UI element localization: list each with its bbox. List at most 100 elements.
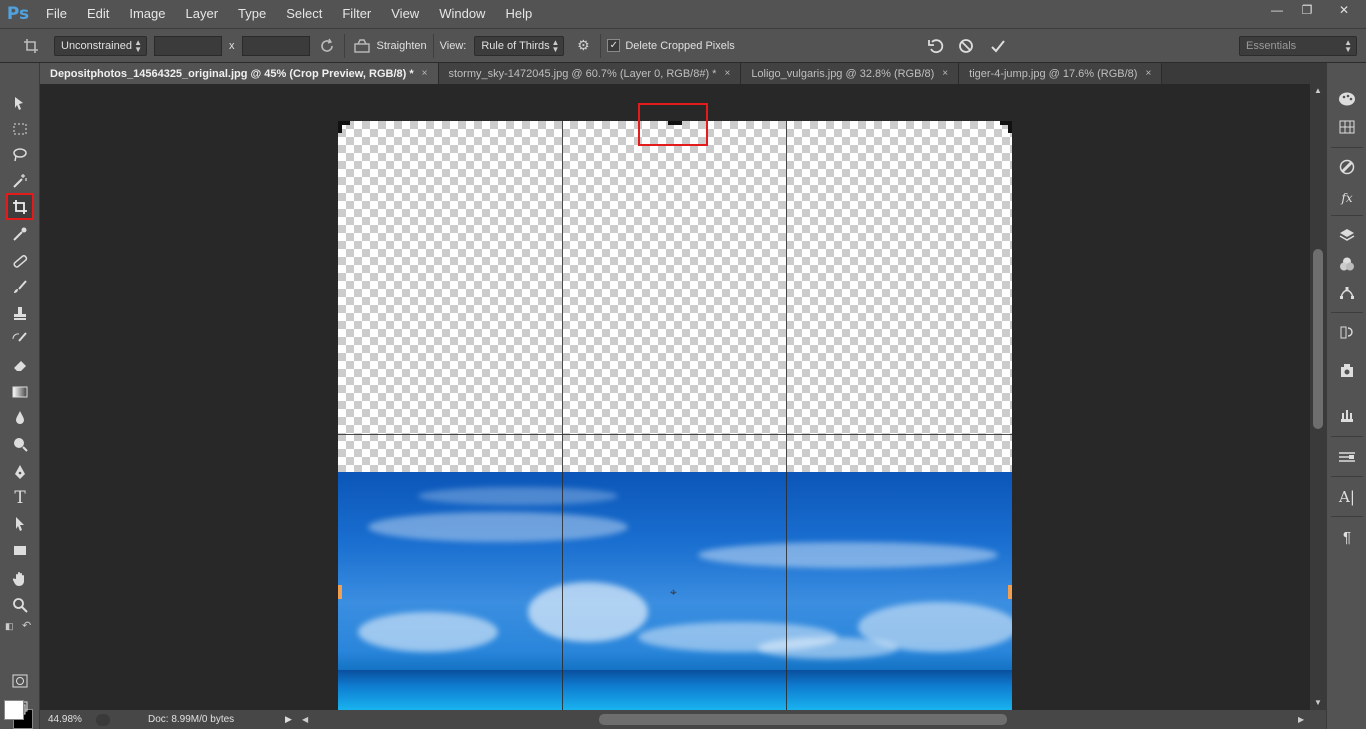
menu-select[interactable]: Select [276, 0, 332, 28]
properties-icon[interactable] [1335, 360, 1359, 382]
view-label: View: [439, 39, 467, 52]
menu-type[interactable]: Type [228, 0, 276, 28]
tab-document-2[interactable]: stormy_sky-1472045.jpg @ 60.7% (Layer 0,… [438, 63, 742, 84]
type-tool-icon[interactable]: T [6, 486, 34, 510]
brush-settings-icon[interactable] [1335, 446, 1359, 468]
workspace-dropdown[interactable]: Essentials ▲ ▼ [1239, 36, 1357, 56]
reset-icon[interactable] [925, 35, 947, 57]
hand-tool-icon[interactable] [6, 567, 34, 591]
dodge-tool-icon[interactable] [6, 432, 34, 456]
restore-button[interactable]: ❐ [1292, 0, 1322, 20]
document-canvas[interactable]: ⌖ [338, 121, 1012, 710]
magic-wand-tool-icon[interactable] [6, 169, 34, 193]
zoom-level[interactable]: 44.98% [48, 714, 92, 725]
scroll-up-icon[interactable]: ▲ [1314, 86, 1322, 95]
divider [343, 33, 345, 58]
scroll-down-icon[interactable]: ▼ [1314, 698, 1322, 707]
vertical-scroll-thumb[interactable] [1313, 249, 1323, 429]
crop-handle-left[interactable] [338, 585, 342, 599]
delete-cropped-label: Delete Cropped Pixels [625, 39, 735, 52]
menu-layer[interactable]: Layer [176, 0, 229, 28]
channels-icon[interactable] [1335, 253, 1359, 275]
gradient-tool-icon[interactable] [6, 380, 34, 404]
tab-document-3[interactable]: Loligo_vulgaris.jpg @ 32.8% (RGB/8) × [741, 63, 960, 84]
canvas-area[interactable]: ⌖ [40, 84, 1310, 710]
menu-edit[interactable]: Edit [77, 0, 119, 28]
straighten-label[interactable]: Straighten [377, 40, 427, 52]
scroll-right-icon[interactable]: ▶ [1298, 715, 1304, 724]
adjustments-icon[interactable] [1335, 156, 1359, 178]
paths-icon[interactable] [1335, 282, 1359, 304]
options-bar: Unconstrained ▲ ▼ x Straighten View: Rule… [0, 28, 1366, 63]
close-window-button[interactable]: ✕ [1322, 0, 1366, 20]
rectangle-tool-icon[interactable] [6, 538, 34, 562]
share-icon[interactable] [96, 713, 110, 726]
doc-size: Doc: 8.99M/0 bytes [148, 714, 235, 725]
pen-tool-icon[interactable] [6, 460, 34, 484]
quick-mask-icon[interactable] [6, 669, 34, 693]
clear-rotate-icon[interactable] [316, 35, 338, 57]
menu-image[interactable]: Image [119, 0, 175, 28]
vertical-scrollbar[interactable]: ▲ ▼ [1310, 84, 1326, 710]
menu-view[interactable]: View [381, 0, 429, 28]
tab-document-4[interactable]: tiger-4-jump.jpg @ 17.6% (RGB/8) × [959, 63, 1163, 84]
width-field[interactable] [154, 35, 222, 56]
brush-tool-icon[interactable] [6, 275, 34, 299]
default-colors-icon[interactable]: ◧ [5, 621, 14, 632]
close-tab-icon[interactable]: × [422, 68, 428, 79]
path-selection-tool-icon[interactable] [6, 512, 34, 536]
delete-cropped-checkbox[interactable]: ✓ [607, 39, 621, 52]
tab-document-1[interactable]: Depositphotos_14564325_original.jpg @ 45… [40, 63, 439, 84]
panel-dock: fx A| ¶ [1326, 63, 1366, 729]
zoom-tool-icon[interactable] [6, 593, 34, 617]
character-icon[interactable]: A| [1335, 486, 1359, 508]
move-tool-icon[interactable] [6, 91, 34, 115]
marquee-tool-icon[interactable] [6, 117, 34, 141]
divider [1331, 476, 1363, 477]
menu-file[interactable]: File [36, 0, 77, 28]
gear-icon[interactable]: ⚙ [572, 35, 594, 57]
styles-fx-icon[interactable]: fx [1335, 187, 1359, 209]
close-tab-icon[interactable]: × [1145, 68, 1151, 79]
crop-handle-top-left[interactable] [338, 121, 342, 133]
close-tab-icon[interactable]: × [724, 68, 730, 79]
close-tab-icon[interactable]: × [942, 68, 948, 79]
view-overlay-dropdown[interactable]: Rule of Thirds ▲ ▼ [474, 35, 565, 56]
height-field[interactable] [241, 35, 310, 56]
scroll-left-icon[interactable]: ◀ [302, 715, 308, 724]
clone-stamp-tool-icon[interactable] [6, 301, 34, 325]
cancel-crop-icon[interactable] [955, 35, 977, 57]
lasso-tool-icon[interactable] [6, 143, 34, 167]
minimize-button[interactable]: — [1262, 0, 1292, 20]
ratio-value: Unconstrained [61, 39, 132, 52]
history-brush-tool-icon[interactable] [6, 327, 34, 351]
tool-presets-icon[interactable] [1335, 404, 1359, 426]
layers-icon[interactable] [1335, 224, 1359, 246]
paragraph-icon[interactable]: ¶ [1335, 526, 1359, 548]
tab-label: stormy_sky-1472045.jpg @ 60.7% (Layer 0,… [448, 67, 717, 80]
menu-filter[interactable]: Filter [332, 0, 381, 28]
eyedropper-tool-icon[interactable] [6, 222, 34, 246]
status-menu-arrow-icon[interactable]: ▶ [285, 714, 292, 725]
swatches-grid-icon[interactable] [1335, 116, 1359, 138]
commit-crop-icon[interactable] [987, 35, 1009, 57]
view-overlay-value: Rule of Thirds [481, 39, 550, 52]
blur-tool-icon[interactable] [6, 406, 34, 430]
crop-tool-preset-icon[interactable] [20, 35, 42, 57]
crop-handle-top-right[interactable] [1008, 121, 1012, 133]
eraser-tool-icon[interactable] [6, 353, 34, 377]
crop-handle-right[interactable] [1008, 585, 1012, 599]
straighten-icon[interactable] [351, 35, 373, 57]
healing-brush-tool-icon[interactable] [6, 249, 34, 273]
swap-colors-icon[interactable]: ↶ [22, 619, 31, 632]
menu-help[interactable]: Help [495, 0, 542, 28]
history-icon[interactable] [1335, 321, 1359, 343]
color-palette-icon[interactable] [1335, 88, 1359, 110]
foreground-color-swatch[interactable] [4, 700, 24, 720]
crop-tool-icon[interactable] [6, 193, 34, 220]
dimension-separator: x [229, 39, 235, 52]
horizontal-scroll-thumb[interactable] [599, 714, 1007, 725]
divider [1331, 147, 1363, 148]
ratio-dropdown[interactable]: Unconstrained ▲ ▼ [54, 35, 147, 56]
menu-window[interactable]: Window [429, 0, 495, 28]
